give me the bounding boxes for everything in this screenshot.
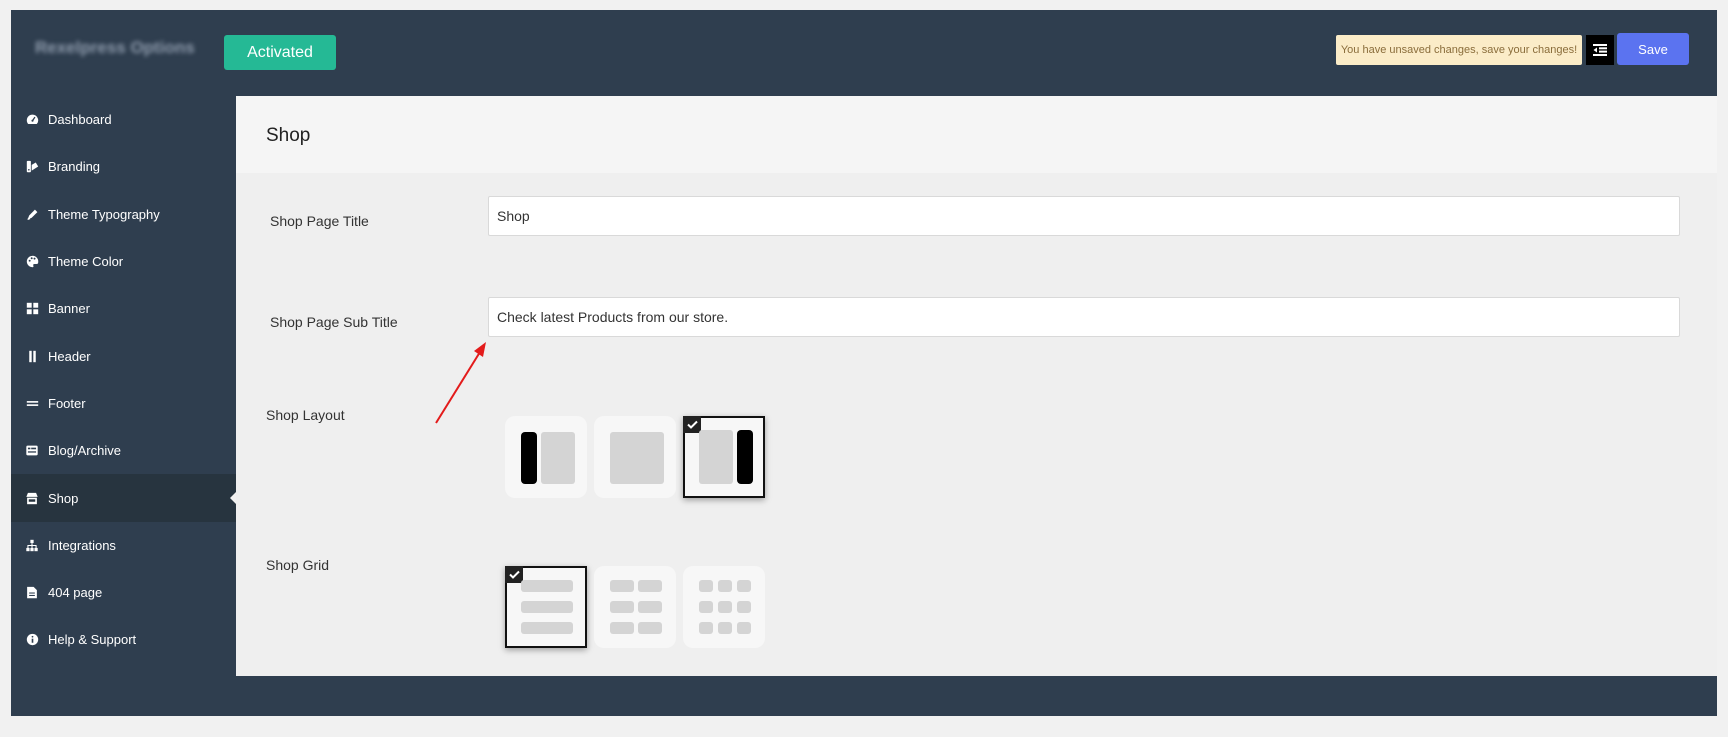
sidebar-item-help-support[interactable]: Help & Support [11,616,236,663]
sidebar-item-theme-typography[interactable]: Theme Typography [11,191,236,238]
collapse-menu-button[interactable] [1586,35,1614,65]
page-title: Shop [266,125,311,146]
sidebar-item-dashboard[interactable]: Dashboard [11,96,236,143]
sidebar-item-label: Help & Support [48,632,137,648]
grid-cell [610,580,634,592]
pen-icon [25,207,39,221]
grid-cell [737,601,751,613]
store-icon [25,491,39,505]
sidebar-item-label: Dashboard [48,112,112,128]
shop-page-title-label: Shop Page Title [270,213,369,229]
checkmark-icon [686,420,698,429]
sidebar-item-label: Banner [48,301,90,317]
grid-cell [737,580,751,592]
file-icon [25,586,39,600]
sidebar-item-theme-color[interactable]: Theme Color [11,238,236,285]
sidebar-item-label: Shop [48,490,79,506]
grid-cell [699,580,713,592]
footer-icon [25,396,39,410]
grid-icon [25,302,39,316]
grid-option-1-column[interactable] [505,566,587,648]
sidebar: Dashboard Branding Theme Typography Them… [11,96,236,716]
content-block [541,432,575,484]
grid-cell [699,601,713,613]
grid-cell [718,580,732,592]
grid-cell [737,622,751,634]
shop-page-subtitle-input[interactable]: Check latest Products from our store. [488,297,1680,337]
shop-layout-label: Shop Layout [266,407,345,423]
grid-cell [521,601,573,613]
sidebar-item-branding[interactable]: Branding [11,143,236,190]
unsaved-changes-notice: You have unsaved changes, save your chan… [1336,35,1582,65]
info-icon [25,633,39,647]
grid-cell [718,601,732,613]
grid-option-3-columns[interactable] [683,566,765,648]
grid-cell [610,622,634,634]
sidebar-item-label: 404 page [48,585,103,601]
section-header: Shop [236,96,1717,173]
indent-icon [1593,44,1607,56]
sidebar-item-header[interactable]: Header [11,332,236,379]
brand-logo: Rexelpress Options [35,38,195,57]
grid-cell [718,622,732,634]
grid-cell [521,622,573,634]
sidebar-item-label: Theme Color [48,254,124,270]
sidebar-item-label: Theme Typography [48,206,160,222]
sitemap-icon [25,538,39,552]
header-icon [25,349,39,363]
sidebar-item-banner[interactable]: Banner [11,285,236,332]
grid-option-2-columns[interactable] [594,566,676,648]
shop-page-title-input[interactable]: Shop [488,196,1680,236]
shop-grid-label: Shop Grid [266,557,330,573]
palette-icon [25,255,39,269]
sidebar-block [737,430,753,484]
sidebar-item-label: Footer [48,395,86,411]
selected-check [505,566,523,583]
grid-cell [699,622,713,634]
grid-cell [638,622,662,634]
grid-cell [638,580,662,592]
sidebar-item-footer[interactable]: Footer [11,380,236,427]
grid-cell [521,580,573,592]
selected-check [683,416,701,433]
shop-page-subtitle-label: Shop Page Sub Title [270,314,398,330]
grid-cell [610,601,634,613]
top-bar: Rexelpress Options Activated You have un… [11,10,1717,96]
sidebar-item-label: Integrations [48,537,116,553]
content-block [699,430,733,484]
content-block [610,432,664,484]
sidebar-item-shop[interactable]: Shop [11,474,236,522]
sidebar-item-blog-archive[interactable]: Blog/Archive [11,427,236,474]
options-panel: Rexelpress Options Activated You have un… [11,10,1717,716]
sidebar-item-label: Branding [48,159,101,175]
branding-icon [25,160,39,174]
sidebar-item-404-page[interactable]: 404 page [11,569,236,616]
list-icon [25,444,39,458]
checkmark-icon [508,570,520,579]
sidebar-item-label: Header [48,348,91,364]
dashboard-icon [25,113,39,127]
layout-option-right-sidebar[interactable] [683,416,765,498]
sidebar-item-integrations[interactable]: Integrations [11,522,236,569]
annotation-arrow [435,342,486,424]
sidebar-block [521,432,537,484]
grid-cell [638,601,662,613]
save-button[interactable]: Save [1617,33,1689,65]
layout-option-left-sidebar[interactable] [505,416,587,498]
layout-option-no-sidebar[interactable] [594,416,676,498]
activated-button[interactable]: Activated [224,35,336,70]
sidebar-item-label: Blog/Archive [48,443,121,459]
